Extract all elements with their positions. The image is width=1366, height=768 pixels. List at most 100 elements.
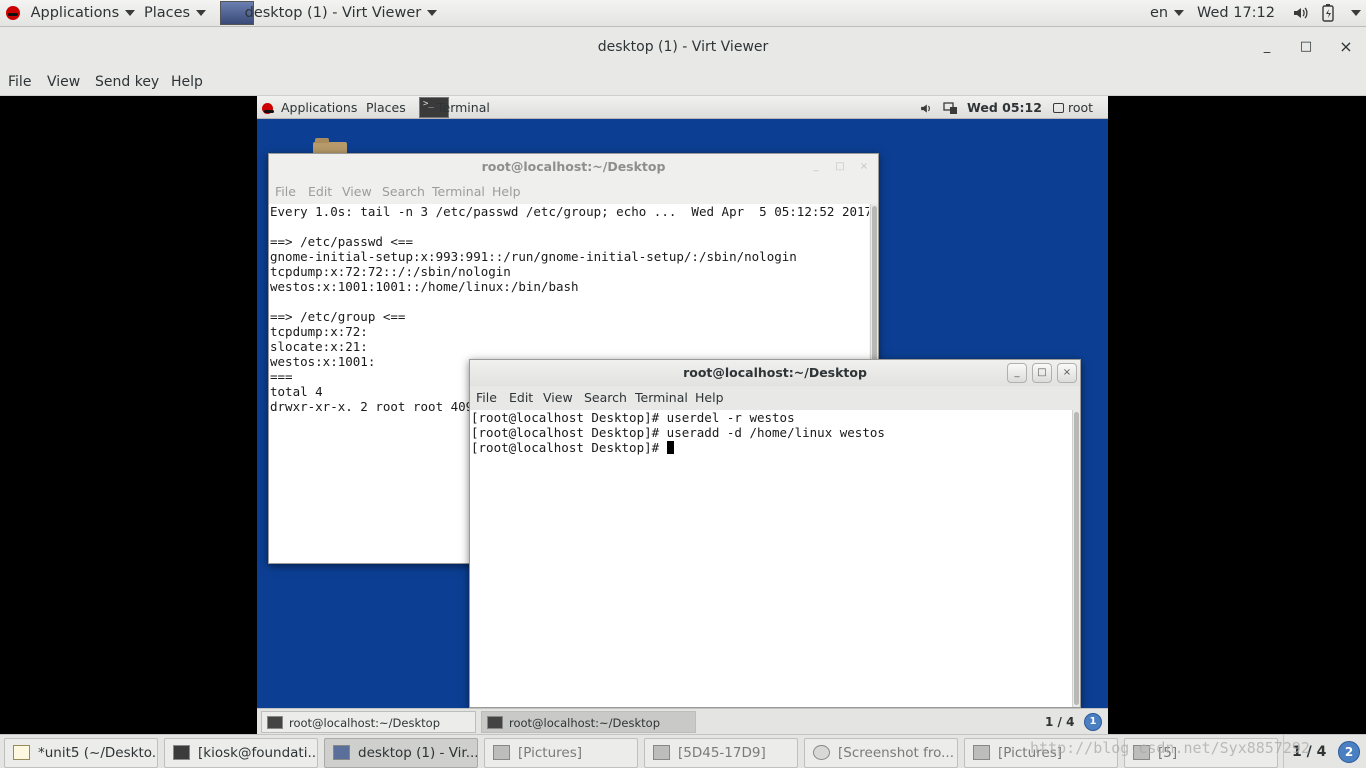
terminal-window-shell[interactable]: root@localhost:~/Desktop _ □ × File Edit… <box>469 359 1081 708</box>
close-button[interactable]: × <box>856 159 872 175</box>
task-label: [Pictures] <box>518 745 582 761</box>
screenshot-icon <box>813 745 830 760</box>
applications-menu[interactable]: Applications <box>6 0 136 27</box>
terminal-title: root@localhost:~/Desktop <box>470 360 1080 386</box>
terminal-scrollbar[interactable] <box>1072 410 1080 707</box>
notification-badge[interactable]: 1 <box>1084 713 1102 731</box>
scrollbar-thumb[interactable] <box>1074 412 1079 705</box>
guest-applications-menu[interactable]: Applications <box>262 96 357 119</box>
system-menu[interactable] <box>1345 0 1361 27</box>
maximize-button[interactable]: □ <box>1295 36 1317 58</box>
active-window-menu[interactable]: desktop (1) - Virt Viewer <box>220 0 438 27</box>
terminal-prompt-line[interactable]: [root@localhost Desktop]# <box>470 440 1071 455</box>
close-button[interactable]: × <box>1057 363 1077 383</box>
guest-clock[interactable]: Wed 05:12 <box>967 96 1042 119</box>
terminal-line: tcpdump:x:72: <box>270 324 368 339</box>
guest-task-terminal-2[interactable]: root@localhost:~/Desktop <box>481 711 696 733</box>
network-icon[interactable] <box>943 96 958 119</box>
terminal-icon <box>173 745 190 760</box>
terminal-line: ==> /etc/group <== <box>270 309 406 324</box>
places-menu[interactable]: Places <box>144 0 207 27</box>
terminal-line: Every 1.0s: tail -n 3 /etc/passwd /etc/g… <box>270 204 869 219</box>
virt-viewer-menubar: File View Send key Help <box>0 68 1366 96</box>
file-manager-icon <box>973 745 990 760</box>
volume-icon[interactable] <box>1292 0 1308 27</box>
language-label: en <box>1150 5 1169 21</box>
text-editor-icon <box>13 745 30 760</box>
host-task-virt-viewer[interactable]: desktop (1) - Vir... <box>324 738 478 768</box>
chevron-down-icon <box>1174 10 1185 16</box>
active-window-label: desktop (1) - Virt Viewer <box>244 5 422 21</box>
guest-display[interactable]: Applications Places Terminal Wed 05:12 r… <box>257 96 1108 734</box>
file-manager-icon <box>493 745 510 760</box>
menu-terminal[interactable]: Terminal <box>635 386 688 410</box>
menu-help[interactable]: Help <box>492 180 521 204</box>
host-taskbar: *unit5 (~/Deskto... [kiosk@foundati... d… <box>0 734 1366 768</box>
terminal-prompt: [root@localhost Desktop]# <box>471 440 667 455</box>
file-manager-icon <box>653 745 670 760</box>
guest-active-app[interactable]: Terminal <box>437 96 490 119</box>
menu-edit[interactable]: Edit <box>308 180 332 204</box>
maximize-button[interactable]: □ <box>1032 363 1052 383</box>
terminal-line: slocate:x:21: <box>270 339 368 354</box>
guest-taskbar: root@localhost:~/Desktop root@localhost:… <box>257 708 1108 734</box>
host-task-volume[interactable]: [5D45-17D9] <box>644 738 798 768</box>
guest-applications-label: Applications <box>280 100 358 115</box>
task-label: [5D45-17D9] <box>678 745 766 761</box>
close-button[interactable]: × <box>1335 36 1357 58</box>
notification-badge[interactable]: 2 <box>1338 741 1360 763</box>
terminal-line: tcpdump:x:72:72::/:/sbin/nologin <box>270 264 511 279</box>
terminal-menubar: File Edit View Search Terminal Help <box>269 180 878 204</box>
terminal-menubar: File Edit View Search Terminal Help <box>470 386 1080 410</box>
host-task-terminal[interactable]: [kiosk@foundati... <box>164 738 318 768</box>
menu-file[interactable]: File <box>275 180 296 204</box>
host-top-panel: Applications Places desktop (1) - Virt V… <box>0 0 1366 27</box>
menu-help[interactable]: Help <box>695 386 724 410</box>
guest-places-menu[interactable]: Places <box>366 96 406 119</box>
battery-icon[interactable] <box>1321 0 1335 27</box>
guest-task-terminal-1[interactable]: root@localhost:~/Desktop <box>261 711 476 733</box>
chevron-down-icon <box>427 10 438 16</box>
menu-send-key[interactable]: Send key <box>95 68 159 96</box>
maximize-button[interactable]: □ <box>832 159 848 175</box>
host-task-editor[interactable]: *unit5 (~/Deskto... <box>4 738 158 768</box>
workspace-pager[interactable]: 1 / 4 <box>1045 709 1074 734</box>
terminal-icon <box>487 716 503 729</box>
host-task-pictures[interactable]: [Pictures] <box>484 738 638 768</box>
task-label: *unit5 (~/Deskto... <box>38 745 158 761</box>
task-label: [kiosk@foundati... <box>198 745 318 761</box>
menu-file[interactable]: File <box>476 386 497 410</box>
menu-help[interactable]: Help <box>171 68 203 96</box>
terminal-line: westos:x:1001:1001::/home/linux:/bin/bas… <box>270 279 579 294</box>
terminal-output[interactable]: [root@localhost Desktop]# userdel -r wes… <box>470 410 1071 707</box>
volume-icon[interactable] <box>919 96 933 119</box>
minimize-button[interactable]: _ <box>1007 363 1027 383</box>
terminal-line: [root@localhost Desktop]# userdel -r wes… <box>471 410 795 425</box>
menu-view[interactable]: View <box>47 68 80 96</box>
guest-user-menu[interactable]: root <box>1053 96 1093 119</box>
minimize-button[interactable]: _ <box>1256 36 1278 58</box>
applications-label: Applications <box>30 5 120 21</box>
redhat-logo-icon <box>262 103 274 114</box>
clock[interactable]: Wed 17:12 <box>1197 0 1275 27</box>
task-label: root@localhost:~/Desktop <box>509 716 660 730</box>
menu-edit[interactable]: Edit <box>509 386 533 410</box>
terminal-line: ==> /etc/passwd <== <box>270 234 413 249</box>
user-icon <box>1053 103 1064 113</box>
task-label: [Screenshot fro... <box>838 745 955 761</box>
watermark-text: http://blog.csdn.net/Syx8857292 <box>1030 739 1310 757</box>
places-label: Places <box>144 5 191 21</box>
menu-search[interactable]: Search <box>584 386 627 410</box>
menu-terminal[interactable]: Terminal <box>432 180 485 204</box>
menu-view[interactable]: View <box>342 180 372 204</box>
guest-user-label: root <box>1068 100 1094 115</box>
host-task-screenshot[interactable]: [Screenshot fro... <box>804 738 958 768</box>
minimize-button[interactable]: _ <box>808 159 824 175</box>
language-selector[interactable]: en <box>1150 0 1185 27</box>
menu-search[interactable]: Search <box>382 180 425 204</box>
guest-top-panel: Applications Places Terminal Wed 05:12 r… <box>257 96 1108 119</box>
menu-view[interactable]: View <box>543 386 573 410</box>
menu-file[interactable]: File <box>8 68 31 96</box>
